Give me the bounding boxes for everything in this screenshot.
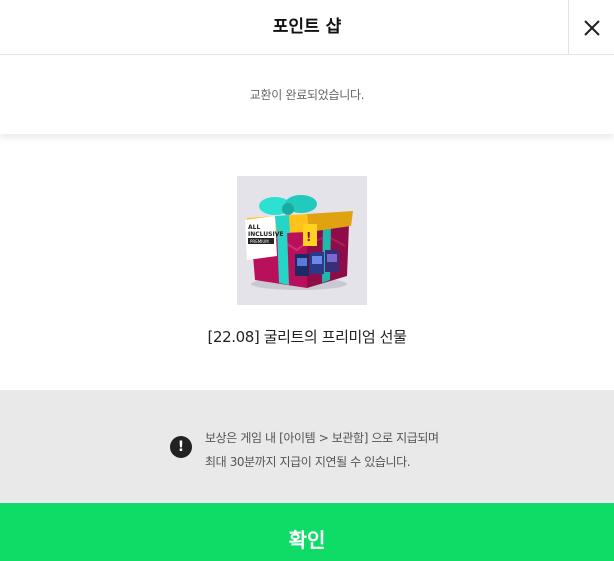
close-button[interactable]	[568, 0, 614, 55]
gift-box-image: ALL INCLUSIVE PREMIUM !	[245, 195, 353, 290]
modal-title: 포인트 샵	[272, 17, 342, 37]
exclamation-icon: !	[170, 436, 192, 458]
close-icon	[583, 19, 600, 36]
svg-text:PREMIUM: PREMIUM	[250, 239, 269, 244]
info-box	[0, 390, 614, 502]
svg-text:!: !	[306, 230, 311, 244]
info-line-1: 보상은 게임 내 [아이템 > 보관함] 으로 지급되며	[205, 431, 439, 445]
modal-header: 포인트 샵	[0, 0, 614, 55]
svg-text:INCLUSIVE: INCLUSIVE	[248, 231, 283, 238]
exchange-complete-message: 교환이 완료되었습니다.	[0, 56, 614, 134]
svg-text:ALL: ALL	[248, 224, 260, 231]
confirm-button[interactable]: 확인	[0, 503, 614, 561]
info-line-2: 최대 30분까지 지급이 지연될 수 있습니다.	[205, 455, 411, 469]
reward-image: ALL INCLUSIVE PREMIUM !	[237, 176, 367, 305]
reward-name: [22.08] 굴리트의 프리미엄 선물	[207, 328, 407, 346]
